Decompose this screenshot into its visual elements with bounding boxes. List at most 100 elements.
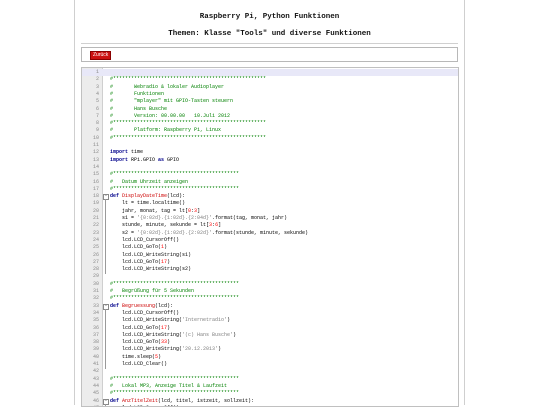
- code-token: lcd.LCD_GoTo(: [110, 325, 161, 331]
- line-number: 41: [82, 361, 99, 368]
- code-token: '(c) Hans Busche': [182, 332, 233, 338]
- code-token: lt = time.localtime(): [110, 200, 185, 206]
- code-line: 22 stunde, minute, sekunde = lt[3:6]: [82, 222, 458, 229]
- code-line: 21 s1 = '{0:02d}.{1:02d}.{2:04d}'.format…: [82, 215, 458, 222]
- code-line: 44 # Lokal MP3, Anzeige Titel & Laufzeit: [82, 383, 458, 390]
- code-token: lcd.LCD_WriteString(: [110, 317, 182, 323]
- code-token: def: [110, 398, 119, 404]
- code-token: def: [110, 303, 119, 309]
- code-line: 20 jahr, monat, tag = lt[0:3]: [82, 208, 458, 215]
- line-number: 36: [82, 325, 99, 332]
- line-number: 34: [82, 310, 99, 317]
- code-token: # Begrüßung für 5 Sekunden: [110, 288, 194, 294]
- code-view[interactable]: 12#*************************************…: [81, 67, 459, 407]
- line-number: 37: [82, 332, 99, 339]
- line-number: 10: [82, 135, 99, 142]
- code-token: (lcd, titel, istzeit, sollzeit):: [158, 398, 254, 404]
- code-token: (lcd):: [167, 193, 185, 199]
- code-line: 33−def Begruessung(lcd):: [82, 303, 458, 310]
- page-container: Raspberry Pi, Python Funktionen Themen: …: [74, 0, 465, 405]
- code-text: def AnzTitelZeit(lcd, titel, istzeit, so…: [110, 398, 254, 405]
- code-text: # Hans Busche: [110, 106, 167, 113]
- code-token: '20.12.2013': [182, 346, 218, 352]
- line-number: 22: [82, 222, 99, 229]
- code-token: GPIO: [164, 157, 179, 163]
- code-line: 23 s2 = '{0:02d}.{1:02d}.{2:02d}'.format…: [82, 230, 458, 237]
- code-token: #***************************************…: [110, 186, 239, 192]
- code-token: jahr, monat, tag = lt[: [110, 208, 188, 214]
- code-text: lcd.LCD_WriteString(s2): [110, 266, 191, 273]
- code-line: 14: [82, 164, 458, 171]
- fold-toggle-icon[interactable]: −: [103, 399, 109, 405]
- code-line: 46−def AnzTitelZeit(lcd, titel, istzeit,…: [82, 398, 458, 405]
- code-token: .format(tag, monat, jahr): [212, 215, 287, 221]
- code-text: lcd.LCD_GoTo(17): [110, 259, 170, 266]
- code-line: 13import RPi.GPIO as GPIO: [82, 157, 458, 164]
- code-text: #***************************************…: [110, 295, 239, 302]
- fold-toggle-icon[interactable]: −: [103, 304, 109, 310]
- code-text: stunde, minute, sekunde = lt[3:6]: [110, 222, 221, 229]
- line-number: 17: [82, 186, 99, 193]
- code-text: # Datum Uhrzeit anzeigen: [110, 179, 188, 186]
- code-line: 25 lcd.LCD_GoTo(1): [82, 244, 458, 251]
- code-text: lcd.LCD_GoTo(17): [110, 325, 170, 332]
- code-line: 37 lcd.LCD_WriteString('(c) Hans Busche'…: [82, 332, 458, 339]
- code-token: '{0:02d}.{1:02d}.{2:02d}': [137, 230, 212, 236]
- code-text: #***************************************…: [110, 120, 266, 127]
- back-button[interactable]: Zurück: [90, 51, 111, 60]
- line-number: 14: [82, 164, 99, 171]
- line-number: 19: [82, 200, 99, 207]
- line-number: 9: [82, 127, 99, 134]
- line-number: 4: [82, 91, 99, 98]
- code-token: ): [164, 244, 167, 250]
- code-token: # Datum Uhrzeit anzeigen: [110, 179, 188, 185]
- code-text: # Lokal MP3, Anzeige Titel & Laufzeit: [110, 383, 227, 390]
- code-line: 17 #*************************************…: [82, 186, 458, 193]
- line-number: 44: [82, 383, 99, 390]
- code-text: lcd.LCD_WriteString('Internetradio'): [110, 317, 230, 324]
- code-token: lcd.LCD_GoTo(: [110, 244, 161, 250]
- code-line: 28 lcd.LCD_WriteString(s2): [82, 266, 458, 273]
- line-number: 39: [82, 346, 99, 353]
- code-token: ): [167, 339, 170, 345]
- code-token: s1 =: [110, 215, 137, 221]
- fold-guide: [105, 404, 106, 407]
- code-token: #***************************************…: [110, 295, 239, 301]
- code-token: ): [167, 325, 170, 331]
- code-line: 16# Datum Uhrzeit anzeigen: [82, 179, 458, 186]
- code-line: 24 lcd.LCD_CursorOff(): [82, 237, 458, 244]
- line-number: 27: [82, 259, 99, 266]
- code-token: #***************************************…: [110, 171, 239, 177]
- code-text: #***************************************…: [110, 390, 239, 397]
- code-token: lcd.LCD_WriteString(s2): [110, 266, 191, 272]
- code-text: import RPi.GPIO as GPIO: [110, 157, 179, 164]
- line-number: 21: [82, 215, 99, 222]
- code-line: 9 # Platform: Raspberry Pi, Linux: [82, 127, 458, 134]
- line-number: 32: [82, 295, 99, 302]
- code-line: 39 lcd.LCD_WriteString('20.12.2013'): [82, 346, 458, 353]
- line-number: 24: [82, 237, 99, 244]
- code-line: 41 lcd.LCD_Clear(): [82, 361, 458, 368]
- code-line: 32 #*************************************…: [82, 295, 458, 302]
- line-number: 18: [82, 193, 99, 200]
- code-token: ): [233, 332, 236, 338]
- code-token: # Platform: Raspberry Pi, Linux: [110, 127, 221, 133]
- code-text: lcd.LCD_CursorOff(): [110, 310, 179, 317]
- code-line: 3 # Webradio & lokaler Audioplayer: [82, 84, 458, 91]
- line-number: 3: [82, 84, 99, 91]
- code-line: 5# "mplayer" mit GPIO-Tasten steuern: [82, 98, 458, 105]
- code-token: # Webradio & lokaler Audioplayer: [110, 84, 224, 90]
- code-text: # Platform: Raspberry Pi, Linux: [110, 127, 221, 134]
- code-token: lcd.LCD_GoTo(: [110, 339, 161, 345]
- fold-toggle-icon[interactable]: −: [103, 194, 109, 200]
- code-text: lcd.LCD_WriteString('20.12.2013'): [110, 346, 221, 353]
- code-token: ): [158, 354, 161, 360]
- code-text: # "mplayer" mit GPIO-Tasten steuern: [110, 98, 233, 105]
- code-token: # Hans Busche: [110, 106, 167, 112]
- code-token: import: [110, 149, 128, 155]
- line-number: 46: [82, 398, 99, 405]
- code-text: lcd.LCD_WriteString('(c) Hans Busche'): [110, 332, 236, 339]
- code-text: # Funktionen: [110, 91, 164, 98]
- page-title: Raspberry Pi, Python Funktionen: [75, 13, 464, 21]
- code-token: '{0:02d}.{1:02d}.{2:04d}': [137, 215, 212, 221]
